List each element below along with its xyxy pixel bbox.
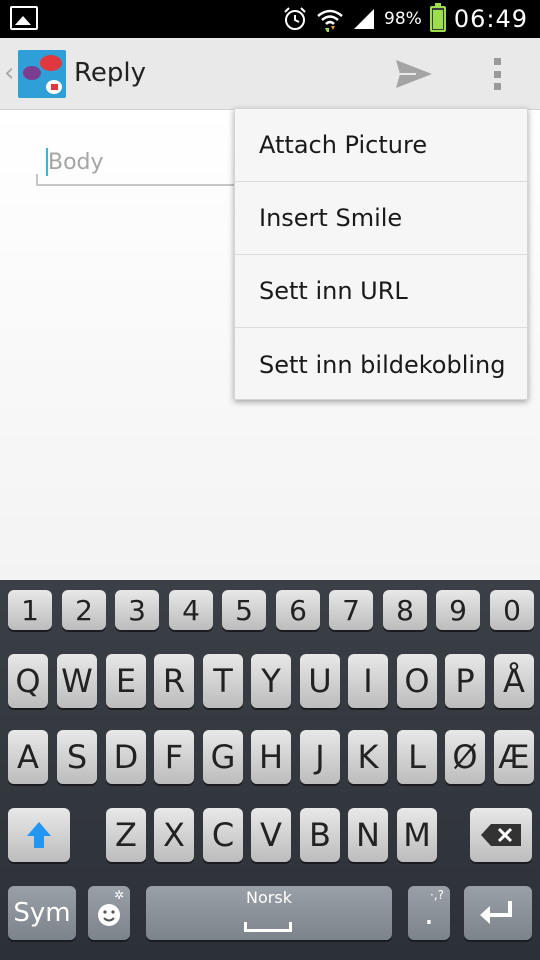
key-f[interactable]: F [154, 730, 194, 784]
key-2[interactable]: 2 [62, 590, 106, 630]
emoji-key[interactable]: ✲ [88, 886, 130, 940]
key-z[interactable]: Z [106, 808, 146, 862]
key-q[interactable]: Q [8, 654, 48, 708]
status-bar: 98% 06:49 [0, 0, 540, 38]
key-ae[interactable]: Æ [494, 730, 534, 784]
alarm-icon [284, 7, 306, 30]
action-bar: ‹ Reply [0, 38, 540, 110]
key-s[interactable]: S [57, 730, 97, 784]
key-0[interactable]: 0 [490, 590, 534, 630]
menu-item-insert-image-link[interactable]: Sett inn bildekobling [235, 328, 527, 401]
key-o-slash[interactable]: Ø [445, 730, 485, 784]
key-1[interactable]: 1 [8, 590, 52, 630]
key-6[interactable]: 6 [276, 590, 320, 630]
key-7[interactable]: 7 [329, 590, 373, 630]
key-c[interactable]: C [203, 808, 243, 862]
overflow-menu-button[interactable] [480, 54, 516, 94]
space-language-label: Norsk [246, 888, 292, 907]
backspace-key[interactable] [470, 808, 532, 862]
key-8[interactable]: 8 [383, 590, 427, 630]
menu-item-insert-url[interactable]: Sett inn URL [235, 255, 527, 328]
menu-item-attach-picture[interactable]: Attach Picture [235, 109, 527, 182]
key-a-ring[interactable]: Å [494, 654, 534, 708]
key-h[interactable]: H [251, 730, 291, 784]
up-caret-icon[interactable]: ‹ [4, 58, 14, 88]
shift-key[interactable] [8, 808, 70, 862]
shift-arrow-icon [27, 822, 51, 848]
key-o[interactable]: O [397, 654, 437, 708]
battery-icon [429, 3, 446, 32]
clock: 06:49 [453, 5, 528, 33]
key-e[interactable]: E [106, 654, 146, 708]
key-t[interactable]: T [203, 654, 243, 708]
key-v[interactable]: V [251, 808, 291, 862]
key-r[interactable]: R [154, 654, 194, 708]
key-d[interactable]: D [106, 730, 146, 784]
status-icons: 98% 06:49 [282, 0, 528, 38]
key-y[interactable]: Y [251, 654, 291, 708]
key-b[interactable]: B [300, 808, 340, 862]
period-key[interactable]: ·,? . [408, 886, 450, 940]
key-i[interactable]: I [348, 654, 388, 708]
smiley-icon [98, 904, 120, 926]
gallery-notification-icon [10, 6, 38, 30]
key-a[interactable]: A [8, 730, 48, 784]
soft-keyboard: 1 2 3 4 5 6 7 8 9 0 Q W E R T Y U I O P … [0, 580, 540, 960]
key-w[interactable]: W [57, 654, 97, 708]
key-n[interactable]: N [348, 808, 388, 862]
enter-key[interactable] [464, 886, 532, 940]
signal-icon [354, 9, 375, 29]
key-x[interactable]: X [154, 808, 194, 862]
page-title: Reply [74, 58, 147, 88]
key-u[interactable]: U [300, 654, 340, 708]
battery-percent: 98% [384, 9, 422, 29]
wifi-icon [317, 9, 343, 32]
space-bar-icon [244, 922, 292, 932]
send-button[interactable] [390, 54, 436, 94]
emoji-settings-mark: ✲ [113, 888, 124, 902]
key-5[interactable]: 5 [222, 590, 266, 630]
backspace-icon [481, 824, 521, 846]
space-key[interactable]: Norsk [146, 886, 392, 940]
key-j[interactable]: J [300, 730, 340, 784]
key-l[interactable]: L [397, 730, 437, 784]
enter-icon [480, 901, 512, 924]
send-icon [396, 60, 432, 88]
key-k[interactable]: K [348, 730, 388, 784]
period-key-alternates: ·,? [430, 888, 444, 902]
more-vert-icon [494, 58, 501, 90]
sym-key[interactable]: Sym [8, 886, 76, 940]
key-p[interactable]: P [445, 654, 485, 708]
key-m[interactable]: M [397, 808, 437, 862]
overflow-menu: Attach Picture Insert Smile Sett inn URL… [234, 108, 528, 400]
text-cursor [46, 148, 48, 176]
key-3[interactable]: 3 [115, 590, 159, 630]
menu-item-insert-smile[interactable]: Insert Smile [235, 182, 527, 255]
key-9[interactable]: 9 [436, 590, 480, 630]
app-icon[interactable] [18, 50, 66, 98]
key-g[interactable]: G [203, 730, 243, 784]
key-4[interactable]: 4 [169, 590, 213, 630]
